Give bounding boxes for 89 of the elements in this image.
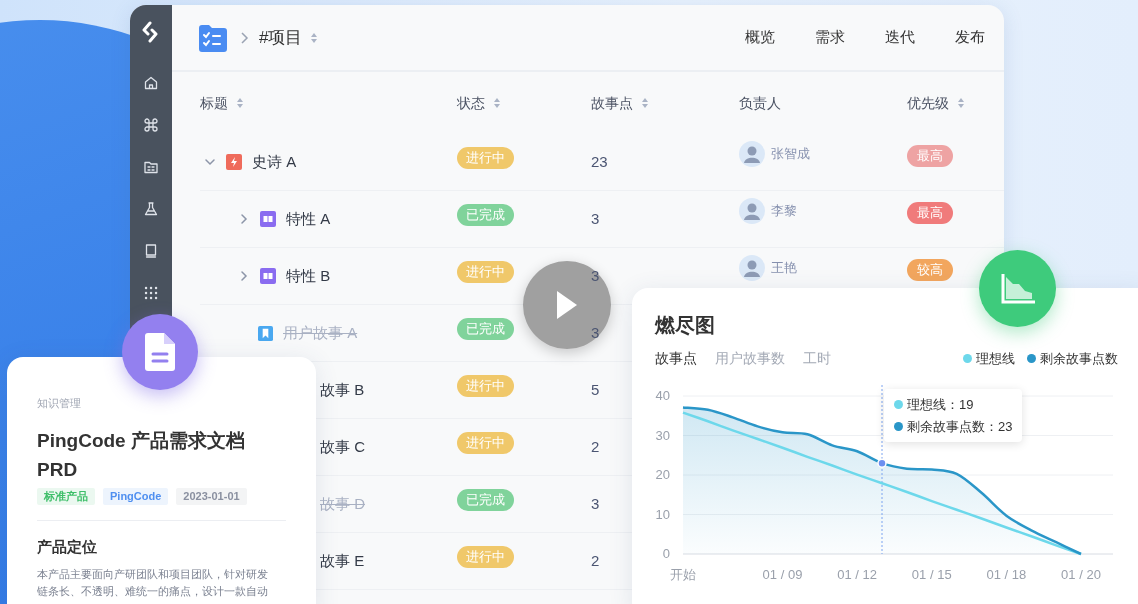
column-header: 标题	[200, 93, 228, 113]
card-category: 知识管理	[37, 396, 82, 411]
row-title[interactable]: 故事 E	[320, 549, 365, 573]
y-tick-label: 0	[662, 546, 670, 561]
assignee-name: 李黎	[771, 202, 797, 221]
book-icon	[260, 268, 276, 284]
tooltip-text: 理想线：19	[907, 396, 974, 414]
assignee-name: 张智成	[771, 145, 810, 164]
chevron-right-icon	[239, 31, 249, 44]
story-points: 5	[591, 381, 600, 398]
bookmark-icon	[258, 325, 273, 341]
tag: 2023-01-01	[176, 487, 247, 505]
chart-tab[interactable]: 故事点	[655, 348, 697, 369]
sort-icon[interactable]	[493, 97, 501, 109]
document-title: PingCode 产品需求文档 PRD	[37, 428, 246, 482]
column-header: 优先级	[907, 93, 949, 113]
tooltip-text: 剩余故事点数：23	[907, 417, 1013, 436]
y-tick-label: 10	[655, 506, 670, 522]
status-badge: 进行中	[457, 375, 514, 397]
priority-badge: 较高	[907, 259, 953, 281]
story-points: 2	[591, 438, 600, 455]
column-header: 负责人	[739, 93, 781, 113]
y-tick-label: 40	[655, 388, 670, 403]
story-points: 3	[591, 495, 600, 512]
y-tick-label: 20	[655, 467, 670, 482]
row-title[interactable]: 故事 B	[320, 378, 365, 402]
nav-tab[interactable]: 概览	[745, 26, 775, 49]
legend-label: 理想线	[976, 349, 1015, 368]
document-icon	[145, 333, 175, 371]
x-tick-label: 01 / 18	[986, 567, 1027, 582]
x-tick-label: 01 / 20	[1061, 567, 1101, 582]
story-points: 23	[591, 153, 608, 170]
chevron-icon[interactable]	[238, 270, 250, 282]
y-tick-label: 30	[655, 427, 670, 443]
row-title[interactable]: 故事 C	[320, 435, 365, 459]
chevron-icon[interactable]	[238, 213, 250, 225]
row-title[interactable]: 特性 B	[286, 264, 331, 288]
play-icon	[555, 290, 579, 320]
tag: PingCode	[103, 487, 169, 505]
avatar-icon	[739, 141, 765, 167]
sort-icon[interactable]	[236, 97, 244, 109]
story-points: 3	[591, 267, 600, 284]
status-badge: 已完成	[457, 318, 514, 340]
column-header: 状态	[457, 93, 485, 113]
status-badge: 进行中	[457, 261, 514, 283]
book-icon[interactable]	[143, 243, 159, 259]
sort-icon[interactable]	[957, 97, 965, 109]
priority-badge: 最高	[907, 202, 953, 224]
status-badge: 已完成	[457, 204, 514, 226]
row-title[interactable]: 特性 A	[286, 207, 331, 231]
nav-tab[interactable]: 发布	[955, 26, 985, 49]
section-paragraph: 本产品主要面向产研团队和项目团队，针对研发链条长、不透明、难统一的痛点，设计一款自动	[37, 567, 269, 599]
status-badge: 已完成	[457, 489, 514, 511]
hover-point	[877, 458, 887, 468]
status-badge: 进行中	[457, 546, 514, 568]
story-points: 2	[591, 552, 600, 569]
flask-icon[interactable]	[143, 201, 159, 217]
bolt-icon	[226, 154, 242, 170]
avatar-icon	[739, 198, 765, 224]
status-badge: 进行中	[457, 147, 514, 169]
nav-tab[interactable]: 需求	[815, 26, 845, 49]
area-chart-icon	[1000, 273, 1035, 304]
x-tick-label: 开始	[670, 567, 696, 582]
x-tick-label: 01 / 12	[837, 567, 877, 582]
section-heading: 产品定位	[37, 536, 98, 557]
story-points: 3	[591, 324, 600, 341]
sort-icon[interactable]	[641, 97, 649, 109]
avatar-icon	[739, 255, 765, 281]
column-header: 故事点	[591, 93, 633, 113]
row-title[interactable]: 史诗 A	[252, 150, 297, 174]
priority-badge: 最高	[907, 145, 953, 167]
x-tick-label: 01 / 09	[762, 567, 803, 582]
home-icon[interactable]	[143, 75, 159, 91]
folder-icon[interactable]	[143, 159, 159, 175]
grid-icon[interactable]	[143, 285, 159, 301]
status-badge: 进行中	[457, 432, 514, 454]
chart-title: 燃尽图	[653, 313, 716, 338]
book-icon	[260, 211, 276, 227]
legend-label: 剩余故事点数	[1040, 349, 1118, 368]
tag: 标准产品	[37, 487, 95, 505]
x-tick-label: 01 / 15	[911, 567, 952, 582]
project-selector[interactable]: #项目	[259, 24, 319, 51]
chevron-icon[interactable]	[204, 156, 216, 168]
story-points: 3	[591, 210, 600, 227]
command-icon[interactable]	[143, 117, 159, 133]
sort-icon[interactable]	[310, 31, 319, 44]
nav-tab[interactable]: 迭代	[885, 26, 915, 49]
assignee-name: 王艳	[771, 259, 797, 278]
checklist-folder-icon[interactable]	[199, 23, 227, 52]
